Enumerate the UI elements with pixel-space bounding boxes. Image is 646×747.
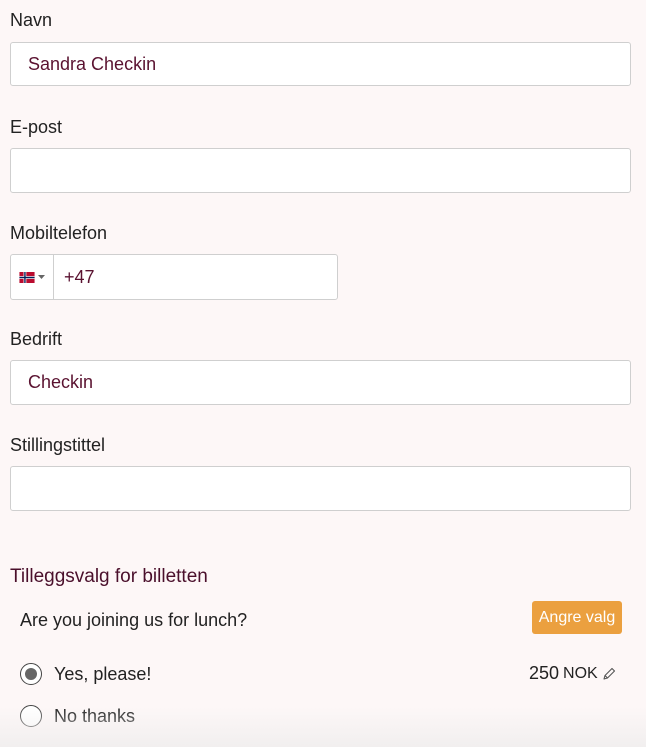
option-no-label: No thanks bbox=[54, 705, 136, 726]
norway-flag-icon bbox=[19, 271, 35, 283]
email-input[interactable] bbox=[10, 148, 631, 193]
option-yes-label: Yes, please! bbox=[54, 663, 152, 684]
radio-no[interactable] bbox=[20, 705, 42, 727]
jobtitle-input[interactable] bbox=[10, 466, 631, 511]
option-yes[interactable]: Yes, please! bbox=[20, 663, 151, 685]
mobile-label: Mobiltelefon bbox=[10, 223, 108, 243]
mobile-field: +47 bbox=[10, 254, 338, 300]
price-currency: NOK bbox=[563, 664, 598, 682]
addons-title: Tilleggsvalg for billetten bbox=[10, 566, 208, 587]
price-amount: 250 bbox=[529, 663, 560, 683]
undo-choice-button[interactable]: Angre valg bbox=[532, 601, 622, 634]
company-input[interactable]: Checkin bbox=[10, 360, 631, 405]
name-label: Navn bbox=[10, 10, 53, 30]
country-select[interactable] bbox=[11, 255, 54, 299]
email-label: E-post bbox=[10, 117, 63, 137]
chevron-down-icon bbox=[38, 274, 45, 279]
lunch-question: Are you joining us for lunch? bbox=[20, 610, 248, 630]
company-label: Bedrift bbox=[10, 329, 63, 349]
jobtitle-label: Stillingstittel bbox=[10, 435, 106, 455]
mobile-input[interactable]: +47 bbox=[54, 255, 337, 299]
name-input[interactable]: Sandra Checkin bbox=[10, 42, 631, 86]
pencil-icon[interactable] bbox=[602, 667, 616, 681]
radio-selected-dot bbox=[25, 668, 37, 680]
radio-yes[interactable] bbox=[20, 663, 42, 685]
option-no[interactable]: No thanks bbox=[20, 705, 135, 727]
option-price: 250 NOK bbox=[529, 663, 616, 684]
